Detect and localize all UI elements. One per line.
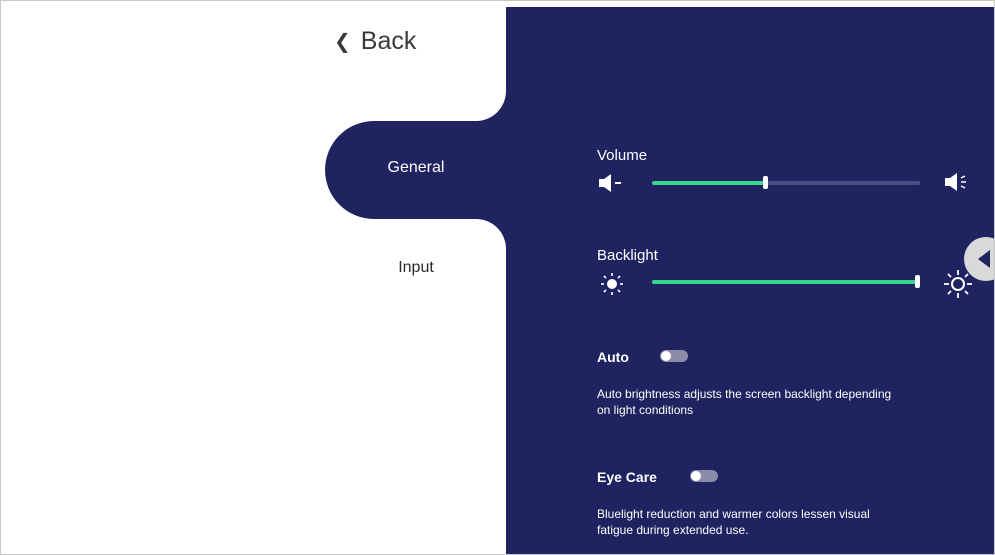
brightness-low-icon[interactable]: [600, 272, 624, 296]
volume-slider-thumb[interactable]: [763, 176, 768, 189]
back-button[interactable]: ❮ Back: [334, 27, 416, 56]
backlight-slider[interactable]: [652, 275, 920, 288]
auto-description-line-1: Auto brightness adjusts the screen backl…: [597, 387, 892, 401]
eye-care-toggle-knob: [691, 471, 701, 481]
chevron-left-icon: ❮: [334, 31, 351, 53]
tab-general[interactable]: General: [361, 159, 471, 177]
eye-care-description-line-2: fatigue during extended use.: [597, 523, 749, 537]
backlight-label: Backlight: [597, 247, 658, 264]
eye-care-description-line-1: Bluelight reduction and warmer colors le…: [597, 507, 870, 521]
eye-care-toggle[interactable]: [690, 470, 718, 482]
tab-input[interactable]: Input: [361, 259, 471, 277]
auto-toggle[interactable]: [660, 350, 688, 362]
volume-down-icon[interactable]: [599, 174, 627, 192]
volume-slider-fill: [652, 181, 765, 185]
backlight-slider-thumb[interactable]: [915, 275, 920, 288]
backlight-slider-fill: [652, 280, 920, 284]
auto-toggle-knob: [661, 351, 671, 361]
settings-screen: ❮ Back General Input Volume Backlight Au…: [0, 0, 995, 555]
back-label: Back: [360, 27, 417, 55]
eye-care-label: Eye Care: [597, 469, 657, 485]
auto-label: Auto: [597, 349, 629, 365]
eye-care-description: Bluelight reduction and warmer colors le…: [597, 506, 957, 538]
brightness-high-icon[interactable]: [944, 270, 972, 298]
auto-description-line-2: on light conditions: [597, 403, 694, 417]
volume-up-icon[interactable]: [945, 172, 973, 192]
auto-description: Auto brightness adjusts the screen backl…: [597, 386, 957, 418]
volume-label: Volume: [597, 147, 648, 164]
volume-slider[interactable]: [652, 176, 920, 189]
collapse-arrow-icon: [978, 250, 990, 268]
tab-background: [324, 7, 506, 554]
